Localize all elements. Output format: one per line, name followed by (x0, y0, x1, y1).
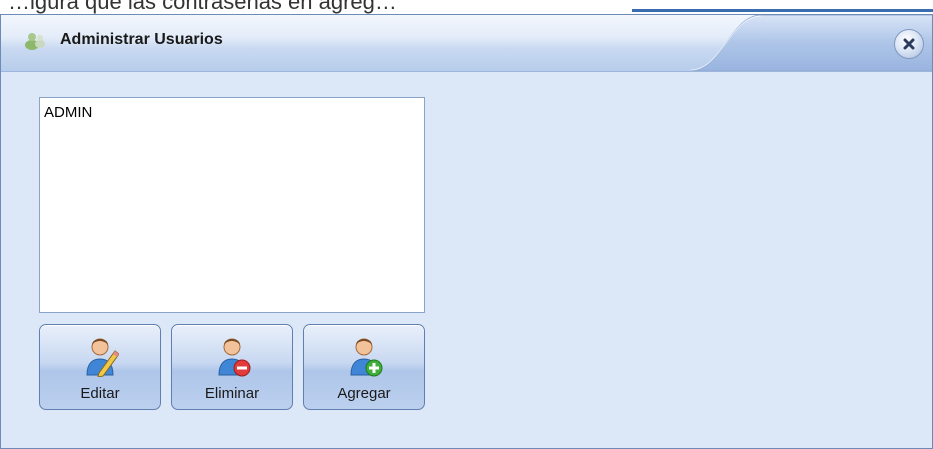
add-button-label: Agregar (337, 385, 391, 402)
dialog-titlebar[interactable]: Administrar Usuarios (1, 15, 932, 72)
edit-user-button[interactable]: Editar (39, 324, 161, 410)
user-listbox[interactable]: ADMIN (39, 97, 425, 313)
manage-users-dialog: Administrar Usuarios ADMIN Editar Elimin… (0, 14, 933, 449)
delete-button-label: Eliminar (204, 385, 260, 402)
add-user-button[interactable]: Agregar (303, 324, 425, 410)
edit-button-label: Editar (80, 385, 120, 402)
background-window-edge: …igura que las contraseñas en agreg… (0, 0, 933, 14)
user-add-icon (350, 338, 383, 377)
user-edit-icon (86, 338, 119, 377)
background-accent-line (632, 9, 933, 12)
close-icon (903, 38, 915, 50)
delete-user-button[interactable]: Eliminar (171, 324, 293, 410)
list-item[interactable]: ADMIN (44, 104, 92, 121)
background-partial-text: …igura que las contraseñas en agreg… (8, 0, 397, 14)
close-button[interactable] (894, 29, 924, 59)
dialog-title: Administrar Usuarios (60, 31, 223, 48)
users-app-icon (25, 33, 45, 50)
user-remove-icon (218, 338, 251, 377)
